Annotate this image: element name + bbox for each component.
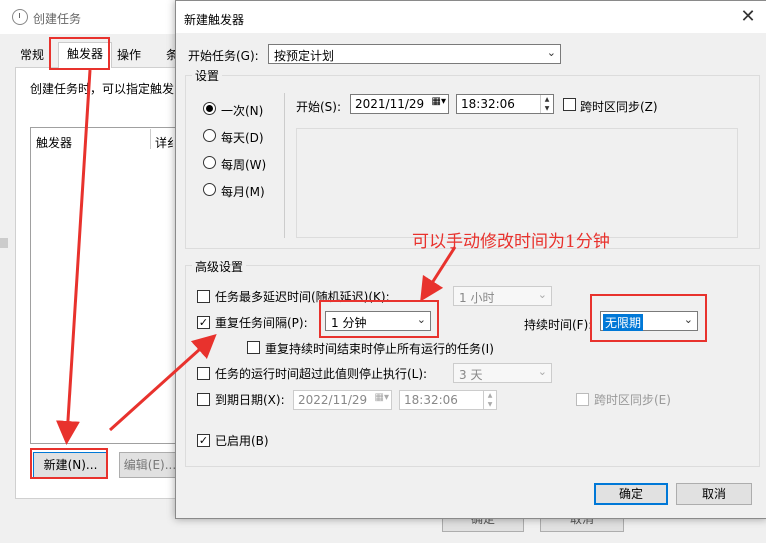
radio-daily-label[interactable]: 每天(D)	[221, 129, 264, 146]
chevron-down-icon: ⌄	[546, 46, 556, 59]
radio-weekly-label[interactable]: 每周(W)	[221, 156, 266, 173]
edit-trigger-button[interactable]: 编辑(E)...	[119, 452, 181, 478]
dialog-titlebar: 新建触发器 ✕	[176, 1, 766, 33]
stop-all-checkbox[interactable]	[247, 341, 260, 354]
expire-time-value: 18:32:06	[404, 393, 458, 407]
sync-timezone-label[interactable]: 跨时区同步(Z)	[580, 98, 658, 115]
begin-task-value: 按预定计划	[274, 49, 335, 63]
settings-group-label: 设置	[192, 67, 223, 84]
column-divider	[150, 129, 151, 149]
expire-sync-checkbox[interactable]	[576, 393, 589, 406]
sync-timezone-checkbox[interactable]	[563, 98, 576, 111]
enabled-checkbox[interactable]: ✓	[197, 434, 210, 447]
expire-date-value: 2022/11/29	[298, 393, 368, 407]
calendar-icon[interactable]: ▦▾	[432, 96, 446, 107]
delay-value: 1 小时	[459, 291, 495, 305]
radio-daily[interactable]	[203, 129, 216, 142]
begin-task-label: 开始任务(G):	[188, 49, 259, 63]
expire-time-field[interactable]: 18:32:06 ▲ ▼	[399, 390, 497, 410]
tab-general[interactable]: 常规	[20, 44, 44, 66]
column-header-trigger[interactable]: 触发器	[36, 134, 72, 151]
cancel-button[interactable]: 取消	[676, 483, 752, 505]
expire-sync-label[interactable]: 跨时区同步(E)	[594, 391, 671, 408]
enabled-label[interactable]: 已启用(B)	[215, 432, 269, 449]
radio-weekly[interactable]	[203, 156, 216, 169]
calendar-icon[interactable]: ▦▾	[375, 392, 389, 403]
stop-longer-checkbox[interactable]	[197, 367, 210, 380]
start-label: 开始(S):	[296, 100, 342, 114]
expire-checkbox[interactable]	[197, 393, 210, 406]
ok-button[interactable]: 确定	[594, 483, 668, 505]
delay-checkbox[interactable]	[197, 290, 210, 303]
highlight-triggers-tab	[49, 37, 110, 70]
highlight-duration	[590, 294, 707, 342]
background-scrollbar[interactable]	[0, 238, 8, 248]
repeat-label[interactable]: 重复任务间隔(P):	[215, 314, 308, 331]
delay-select[interactable]: 1 小时 ⌄	[453, 286, 552, 306]
repeat-checkbox[interactable]: ✓	[197, 316, 210, 329]
stop-all-label[interactable]: 重复持续时间结束时停止所有运行的任务(I)	[265, 340, 494, 357]
highlight-repeat-interval	[319, 300, 439, 338]
close-icon[interactable]: ✕	[736, 6, 760, 28]
dialog-title: 新建触发器	[184, 13, 245, 27]
expire-label[interactable]: 到期日期(X):	[215, 391, 285, 408]
time-spinner-icon[interactable]: ▲ ▼	[483, 391, 496, 409]
radio-once-label[interactable]: 一次(N)	[221, 102, 263, 119]
radio-once[interactable]	[203, 102, 216, 115]
radio-monthly-label[interactable]: 每月(M)	[221, 183, 265, 200]
recurrence-panel	[296, 128, 738, 238]
stop-longer-value: 3 天	[459, 368, 483, 382]
start-date-value: 2021/11/29	[355, 97, 425, 111]
clock-icon	[12, 9, 28, 25]
start-time-value: 18:32:06	[461, 97, 515, 111]
duration-label: 持续时间(F):	[524, 318, 593, 332]
new-trigger-dialog: 新建触发器 ✕ 开始任务(G): 按预定计划 ⌄ 设置 一次(N) 每天(D) …	[175, 0, 766, 519]
chevron-down-icon: ⌄	[537, 288, 547, 301]
chevron-down-icon: ⌄	[537, 365, 547, 378]
triggers-description: 创建任务时，可以指定触发	[30, 82, 175, 96]
stop-longer-label[interactable]: 任务的运行时间超过此值则停止执行(L):	[215, 365, 427, 382]
start-date-picker[interactable]: 2021/11/29 ▦▾	[350, 94, 449, 114]
highlight-new-button	[30, 448, 108, 479]
begin-task-select[interactable]: 按预定计划 ⌄	[268, 44, 561, 64]
triggers-list[interactable]	[30, 127, 187, 444]
time-spinner-icon[interactable]: ▲ ▼	[540, 95, 553, 113]
radio-monthly[interactable]	[203, 183, 216, 196]
expire-date-picker[interactable]: 2022/11/29 ▦▾	[293, 390, 392, 410]
stop-longer-select[interactable]: 3 天 ⌄	[453, 363, 552, 383]
tab-actions[interactable]: 操作	[117, 44, 141, 66]
start-time-field[interactable]: 18:32:06 ▲ ▼	[456, 94, 554, 114]
background-window-title: 创建任务	[33, 12, 82, 26]
annotation-text: 可以手动修改时间为1分钟	[412, 232, 610, 252]
advanced-group-label: 高级设置	[192, 258, 247, 275]
settings-divider	[284, 93, 285, 238]
